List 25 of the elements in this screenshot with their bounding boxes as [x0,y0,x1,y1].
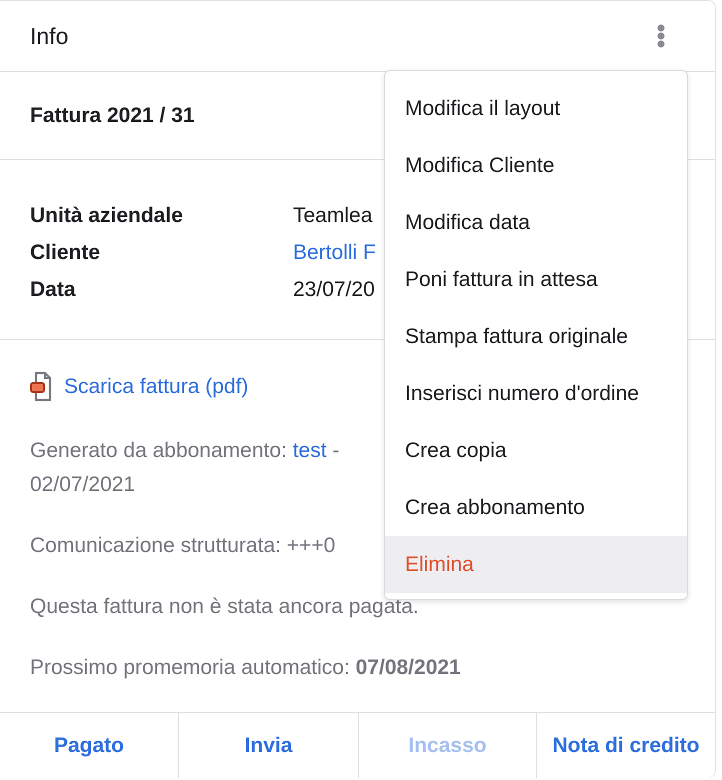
note-text: Comunicazione strutturata: +++0 [30,533,336,559]
menu-item[interactable]: Stampa fattura originale [385,308,687,365]
detail-label: Unità aziendale [30,204,184,228]
note-text: Questa fattura non è stata ancora pagata. [30,594,420,620]
menu-item[interactable]: Poni fattura in attesa [385,251,687,308]
detail-link[interactable]: Bertolli F [293,240,376,264]
detail-value: 23/07/20 [293,278,375,302]
invoice-title: Fattura 2021 / 31 [30,104,195,128]
document-icon [30,371,52,403]
menu-item[interactable]: Crea abbonamento [385,479,687,536]
menu-item[interactable]: Modifica il layout [385,80,687,137]
action-button[interactable]: Invia [178,713,358,778]
detail-label: Cliente [30,240,102,264]
kebab-menu-icon[interactable] [657,24,665,48]
action-button[interactable]: Nota di credito [536,713,715,778]
subscription-link[interactable]: test [292,439,327,462]
note-text: Prossimo promemoria automatico: 07/08/2021 [30,655,462,681]
menu-item[interactable]: Modifica data [385,194,687,251]
download-link[interactable]: Scarica fattura (pdf) [64,375,248,399]
menu-item[interactable]: Inserisci numero d'ordine [385,365,687,422]
menu-item[interactable]: Crea copia [385,422,687,479]
detail-label: Data [30,278,77,302]
menu-item[interactable]: Modifica Cliente [385,137,687,194]
detail-value: Teamlea [293,204,372,228]
panel-title: Info [30,22,68,50]
